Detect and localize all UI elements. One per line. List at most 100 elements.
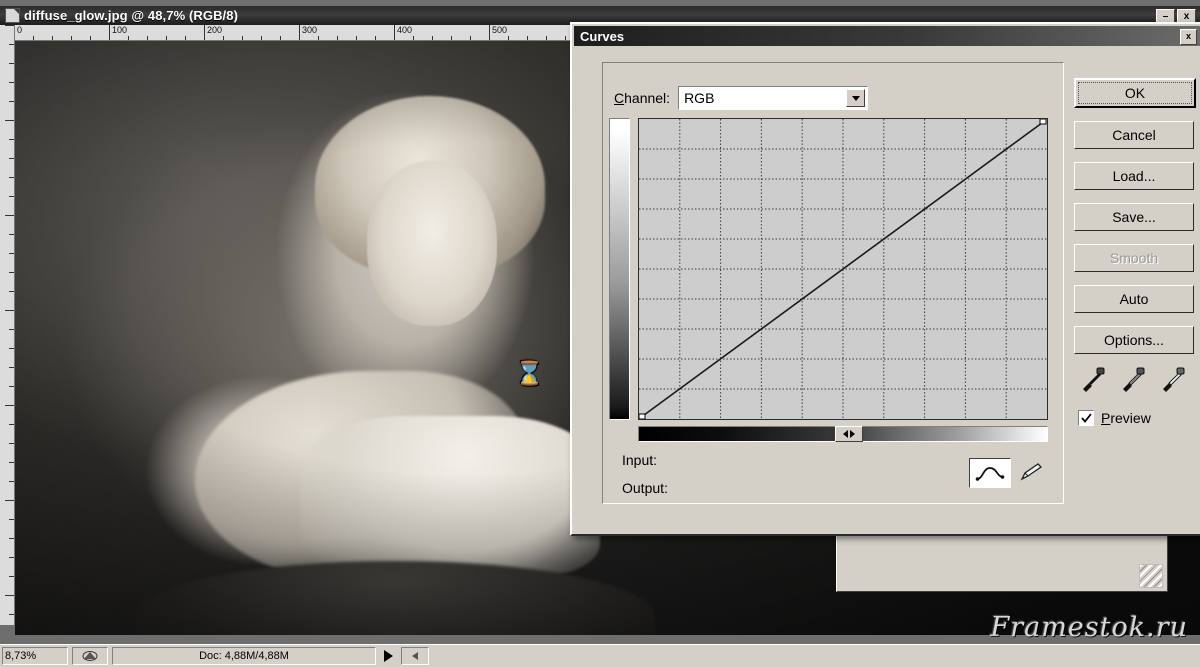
input-gradient-bar[interactable]	[638, 426, 1048, 442]
ruler-tick	[9, 386, 14, 387]
triangle-left-icon	[842, 430, 848, 438]
gradient-direction-toggle[interactable]	[834, 426, 863, 442]
ruler-tick	[5, 595, 14, 596]
ruler-tick	[318, 36, 319, 40]
curve-point-black	[639, 413, 646, 419]
ruler-tick	[71, 36, 72, 40]
save-button[interactable]: Save...	[1074, 203, 1194, 231]
pencil-tool-icon[interactable]	[1016, 458, 1048, 486]
triangle-right-icon	[849, 430, 855, 438]
ruler-tick	[9, 272, 14, 273]
ruler-tick	[52, 36, 53, 40]
ok-button[interactable]: OK	[1074, 78, 1196, 108]
ruler-label: 500	[489, 25, 507, 40]
ruler-tick	[242, 36, 243, 40]
curves-close-button[interactable]: x	[1180, 29, 1197, 45]
eyedropper-white-icon[interactable]	[1160, 366, 1186, 397]
ruler-tick	[9, 139, 14, 140]
ruler-tick	[9, 158, 14, 159]
cancel-button[interactable]: Cancel	[1074, 121, 1194, 149]
ruler-tick	[9, 63, 14, 64]
proxy-glyph	[82, 651, 98, 661]
document-icon	[5, 8, 20, 23]
ruler-tick	[9, 44, 14, 45]
ruler-tick	[9, 443, 14, 444]
doc-size-field[interactable]: Doc: 4,88M/4,88M	[112, 647, 376, 665]
auto-button[interactable]: Auto	[1074, 285, 1194, 313]
vertical-ruler[interactable]	[0, 25, 15, 625]
ruler-tick	[9, 557, 14, 558]
proxy-preview-icon[interactable]	[72, 647, 108, 665]
ruler-tick	[337, 36, 338, 40]
ruler-label: 0	[14, 25, 22, 40]
ruler-tick	[9, 538, 14, 539]
curve-tool-glyph	[975, 467, 1005, 481]
status-menu-button[interactable]	[401, 647, 429, 665]
preview-checkbox[interactable]	[1078, 410, 1094, 426]
ruler-label: 100	[109, 25, 127, 40]
ruler-tick	[356, 36, 357, 40]
hourglass-busy-cursor-icon: ⌛	[515, 360, 544, 386]
options-button[interactable]: Options...	[1074, 326, 1194, 354]
ruler-tick	[5, 500, 14, 501]
ruler-tick	[527, 36, 528, 40]
load-button[interactable]: Load...	[1074, 162, 1194, 190]
eyedropper-black-icon[interactable]	[1080, 366, 1106, 397]
channel-row: Channel: RGB	[614, 86, 869, 110]
ruler-tick	[9, 576, 14, 577]
ruler-tick	[375, 36, 376, 40]
ruler-tick	[9, 329, 14, 330]
channel-select[interactable]: RGB	[678, 86, 869, 110]
document-title: diffuse_glow.jpg @ 48,7% (RGB/8)	[24, 8, 239, 23]
ruler-tick	[5, 405, 14, 406]
pencil-tool-glyph	[1020, 463, 1043, 481]
curve-grid[interactable]	[638, 118, 1048, 420]
input-label: Input:	[622, 452, 658, 468]
ruler-tick	[9, 234, 14, 235]
eyedropper-group	[1074, 366, 1200, 397]
eyedropper-gray-icon[interactable]	[1120, 366, 1146, 397]
curves-dialog-titlebar[interactable]: Curves x	[574, 26, 1200, 46]
ruler-tick	[451, 36, 452, 40]
resize-grip-icon[interactable]	[1139, 564, 1163, 588]
ruler-tick	[185, 36, 186, 40]
ruler-tick	[90, 36, 91, 40]
ruler-tick	[546, 36, 547, 40]
zoom-level-field[interactable]: 8,73%	[2, 647, 68, 665]
curves-dialog-title: Curves	[580, 28, 625, 44]
ruler-tick	[470, 36, 471, 40]
smooth-button: Smooth	[1074, 244, 1194, 272]
ruler-label: 200	[204, 25, 222, 40]
eyedropper-white-glyph	[1163, 367, 1185, 392]
ruler-tick	[413, 36, 414, 40]
ruler-tick	[9, 348, 14, 349]
eyedropper-gray-glyph	[1123, 367, 1145, 392]
curves-button-column: OK Cancel Load... Save... Smooth Auto Op…	[1074, 78, 1198, 367]
chevron-down-icon[interactable]	[846, 89, 866, 107]
curves-dialog[interactable]: Curves x Channel: RGB Input: Output: OK …	[570, 22, 1200, 536]
channel-label: Channel:	[614, 90, 671, 106]
ruler-tick	[9, 614, 14, 615]
channel-selected-value: RGB	[684, 90, 715, 106]
ruler-tick	[9, 177, 14, 178]
ruler-tick	[5, 310, 14, 311]
curve-grid-svg	[639, 119, 1047, 419]
ruler-tick	[5, 215, 14, 216]
ruler-tick	[9, 519, 14, 520]
checkmark-icon	[1080, 413, 1092, 423]
eyedropper-black-glyph	[1083, 367, 1105, 392]
ruler-tick	[261, 36, 262, 40]
ruler-tick	[9, 367, 14, 368]
curves-dialog-body: Channel: RGB Input: Output: OK Cancel Lo…	[574, 48, 1200, 532]
play-triangle-icon[interactable]	[384, 650, 393, 662]
curve-tool-icon[interactable]	[969, 458, 1011, 488]
ruler-tick	[5, 25, 14, 26]
ruler-tick	[508, 36, 509, 40]
output-label: Output:	[622, 480, 668, 496]
preview-checkbox-row[interactable]: Preview	[1078, 410, 1151, 426]
output-gradient-bar	[609, 118, 630, 420]
ruler-tick	[166, 36, 167, 40]
ruler-tick	[280, 36, 281, 40]
ruler-tick	[432, 36, 433, 40]
curve-point-white	[1039, 119, 1047, 125]
